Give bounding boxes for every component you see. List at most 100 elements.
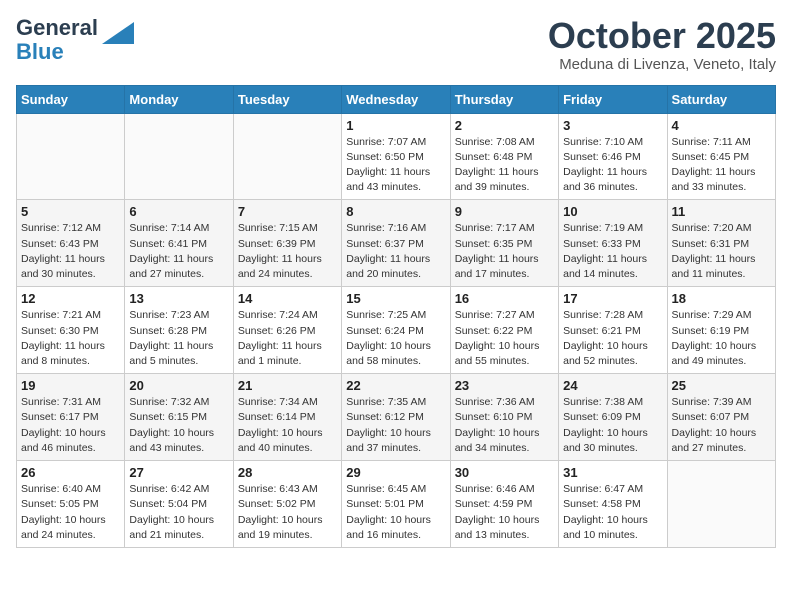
table-row: 30 Sunrise: 6:46 AMSunset: 4:59 PMDayligh… bbox=[450, 461, 558, 548]
day-number: 22 bbox=[346, 378, 445, 393]
day-number: 31 bbox=[563, 465, 662, 480]
table-row: 22 Sunrise: 7:35 AMSunset: 6:12 PMDayligh… bbox=[342, 374, 450, 461]
table-row: 4 Sunrise: 7:11 AMSunset: 6:45 PMDaylight… bbox=[667, 113, 775, 200]
day-info: Sunrise: 7:34 AMSunset: 6:14 PMDaylight:… bbox=[238, 395, 337, 456]
day-number: 15 bbox=[346, 291, 445, 306]
day-number: 1 bbox=[346, 118, 445, 133]
day-info: Sunrise: 7:12 AMSunset: 6:43 PMDaylight:… bbox=[21, 221, 120, 282]
day-number: 3 bbox=[563, 118, 662, 133]
day-info: Sunrise: 6:46 AMSunset: 4:59 PMDaylight:… bbox=[455, 482, 554, 543]
table-row: 12Sunrise: 7:21 AMSunset: 6:30 PMDayligh… bbox=[17, 287, 125, 374]
col-saturday: Saturday bbox=[667, 85, 775, 113]
day-info: Sunrise: 7:31 AMSunset: 6:17 PMDaylight:… bbox=[21, 395, 120, 456]
day-number: 26 bbox=[21, 465, 120, 480]
day-number: 20 bbox=[129, 378, 228, 393]
col-monday: Monday bbox=[125, 85, 233, 113]
logo-general: General bbox=[16, 15, 98, 40]
day-info: Sunrise: 7:36 AMSunset: 6:10 PMDaylight:… bbox=[455, 395, 554, 456]
table-row: 2 Sunrise: 7:08 AMSunset: 6:48 PMDaylight… bbox=[450, 113, 558, 200]
table-row: 14Sunrise: 7:24 AMSunset: 6:26 PMDayligh… bbox=[233, 287, 341, 374]
day-info: Sunrise: 7:15 AMSunset: 6:39 PMDaylight:… bbox=[238, 221, 337, 282]
day-number: 7 bbox=[238, 204, 337, 219]
day-info: Sunrise: 7:38 AMSunset: 6:09 PMDaylight:… bbox=[563, 395, 662, 456]
col-thursday: Thursday bbox=[450, 85, 558, 113]
day-info: Sunrise: 7:27 AMSunset: 6:22 PMDaylight:… bbox=[455, 308, 554, 369]
day-info: Sunrise: 7:07 AMSunset: 6:50 PMDaylight:… bbox=[346, 135, 445, 196]
table-row: 27Sunrise: 6:42 AMSunset: 5:04 PMDayligh… bbox=[125, 461, 233, 548]
calendar-week-row: 5 Sunrise: 7:12 AMSunset: 6:43 PMDaylight… bbox=[17, 200, 776, 287]
day-info: Sunrise: 7:28 AMSunset: 6:21 PMDaylight:… bbox=[563, 308, 662, 369]
day-number: 9 bbox=[455, 204, 554, 219]
table-row: 5 Sunrise: 7:12 AMSunset: 6:43 PMDaylight… bbox=[17, 200, 125, 287]
day-number: 17 bbox=[563, 291, 662, 306]
day-number: 6 bbox=[129, 204, 228, 219]
table-row: 9 Sunrise: 7:17 AMSunset: 6:35 PMDaylight… bbox=[450, 200, 558, 287]
table-row: 24Sunrise: 7:38 AMSunset: 6:09 PMDayligh… bbox=[559, 374, 667, 461]
day-info: Sunrise: 7:11 AMSunset: 6:45 PMDaylight:… bbox=[672, 135, 771, 196]
day-info: Sunrise: 7:21 AMSunset: 6:30 PMDaylight:… bbox=[21, 308, 120, 369]
day-info: Sunrise: 7:23 AMSunset: 6:28 PMDaylight:… bbox=[129, 308, 228, 369]
calendar-table: Sunday Monday Tuesday Wednesday Thursday… bbox=[16, 85, 776, 548]
logo-icon bbox=[102, 22, 134, 44]
subtitle: Meduna di Livenza, Veneto, Italy bbox=[548, 56, 776, 73]
table-row: 26 Sunrise: 6:40 AMSunset: 5:05 PMDayligh… bbox=[17, 461, 125, 548]
table-row: 1 Sunrise: 7:07 AMSunset: 6:50 PMDaylight… bbox=[342, 113, 450, 200]
day-number: 23 bbox=[455, 378, 554, 393]
day-info: Sunrise: 7:19 AMSunset: 6:33 PMDaylight:… bbox=[563, 221, 662, 282]
table-row bbox=[233, 113, 341, 200]
table-row: 29Sunrise: 6:45 AMSunset: 5:01 PMDayligh… bbox=[342, 461, 450, 548]
day-number: 21 bbox=[238, 378, 337, 393]
day-number: 16 bbox=[455, 291, 554, 306]
day-number: 25 bbox=[672, 378, 771, 393]
day-info: Sunrise: 7:35 AMSunset: 6:12 PMDaylight:… bbox=[346, 395, 445, 456]
table-row: 16 Sunrise: 7:27 AMSunset: 6:22 PMDayligh… bbox=[450, 287, 558, 374]
day-info: Sunrise: 6:40 AMSunset: 5:05 PMDaylight:… bbox=[21, 482, 120, 543]
logo-blue: Blue bbox=[16, 39, 64, 64]
table-row: 3 Sunrise: 7:10 AMSunset: 6:46 PMDaylight… bbox=[559, 113, 667, 200]
day-number: 10 bbox=[563, 204, 662, 219]
day-number: 29 bbox=[346, 465, 445, 480]
table-row: 13 Sunrise: 7:23 AMSunset: 6:28 PMDayligh… bbox=[125, 287, 233, 374]
logo: General Blue bbox=[16, 16, 134, 64]
day-number: 2 bbox=[455, 118, 554, 133]
day-info: Sunrise: 7:08 AMSunset: 6:48 PMDaylight:… bbox=[455, 135, 554, 196]
day-number: 30 bbox=[455, 465, 554, 480]
day-info: Sunrise: 6:43 AMSunset: 5:02 PMDaylight:… bbox=[238, 482, 337, 543]
title-area: October 2025 Meduna di Livenza, Veneto, … bbox=[548, 16, 776, 73]
day-info: Sunrise: 7:29 AMSunset: 6:19 PMDaylight:… bbox=[672, 308, 771, 369]
day-number: 28 bbox=[238, 465, 337, 480]
calendar-week-row: 12Sunrise: 7:21 AMSunset: 6:30 PMDayligh… bbox=[17, 287, 776, 374]
day-info: Sunrise: 7:16 AMSunset: 6:37 PMDaylight:… bbox=[346, 221, 445, 282]
table-row: 19Sunrise: 7:31 AMSunset: 6:17 PMDayligh… bbox=[17, 374, 125, 461]
calendar-header-row: Sunday Monday Tuesday Wednesday Thursday… bbox=[17, 85, 776, 113]
day-info: Sunrise: 7:14 AMSunset: 6:41 PMDaylight:… bbox=[129, 221, 228, 282]
table-row: 7 Sunrise: 7:15 AMSunset: 6:39 PMDaylight… bbox=[233, 200, 341, 287]
table-row: 15 Sunrise: 7:25 AMSunset: 6:24 PMDayligh… bbox=[342, 287, 450, 374]
col-tuesday: Tuesday bbox=[233, 85, 341, 113]
col-sunday: Sunday bbox=[17, 85, 125, 113]
page-header: General Blue October 2025 Meduna di Live… bbox=[16, 16, 776, 73]
day-number: 5 bbox=[21, 204, 120, 219]
day-info: Sunrise: 7:17 AMSunset: 6:35 PMDaylight:… bbox=[455, 221, 554, 282]
day-number: 4 bbox=[672, 118, 771, 133]
day-number: 8 bbox=[346, 204, 445, 219]
calendar-week-row: 1 Sunrise: 7:07 AMSunset: 6:50 PMDaylight… bbox=[17, 113, 776, 200]
day-info: Sunrise: 7:10 AMSunset: 6:46 PMDaylight:… bbox=[563, 135, 662, 196]
table-row bbox=[125, 113, 233, 200]
table-row bbox=[667, 461, 775, 548]
table-row: 17 Sunrise: 7:28 AMSunset: 6:21 PMDayligh… bbox=[559, 287, 667, 374]
day-info: Sunrise: 7:32 AMSunset: 6:15 PMDaylight:… bbox=[129, 395, 228, 456]
table-row: 8 Sunrise: 7:16 AMSunset: 6:37 PMDaylight… bbox=[342, 200, 450, 287]
table-row: 18Sunrise: 7:29 AMSunset: 6:19 PMDayligh… bbox=[667, 287, 775, 374]
day-info: Sunrise: 6:47 AMSunset: 4:58 PMDaylight:… bbox=[563, 482, 662, 543]
table-row: 25Sunrise: 7:39 AMSunset: 6:07 PMDayligh… bbox=[667, 374, 775, 461]
day-number: 13 bbox=[129, 291, 228, 306]
table-row: 6 Sunrise: 7:14 AMSunset: 6:41 PMDaylight… bbox=[125, 200, 233, 287]
table-row: 23 Sunrise: 7:36 AMSunset: 6:10 PMDayligh… bbox=[450, 374, 558, 461]
day-info: Sunrise: 7:25 AMSunset: 6:24 PMDaylight:… bbox=[346, 308, 445, 369]
day-info: Sunrise: 7:20 AMSunset: 6:31 PMDaylight:… bbox=[672, 221, 771, 282]
table-row: 11Sunrise: 7:20 AMSunset: 6:31 PMDayligh… bbox=[667, 200, 775, 287]
table-row: 21 Sunrise: 7:34 AMSunset: 6:14 PMDayligh… bbox=[233, 374, 341, 461]
day-info: Sunrise: 6:42 AMSunset: 5:04 PMDaylight:… bbox=[129, 482, 228, 543]
day-info: Sunrise: 7:24 AMSunset: 6:26 PMDaylight:… bbox=[238, 308, 337, 369]
